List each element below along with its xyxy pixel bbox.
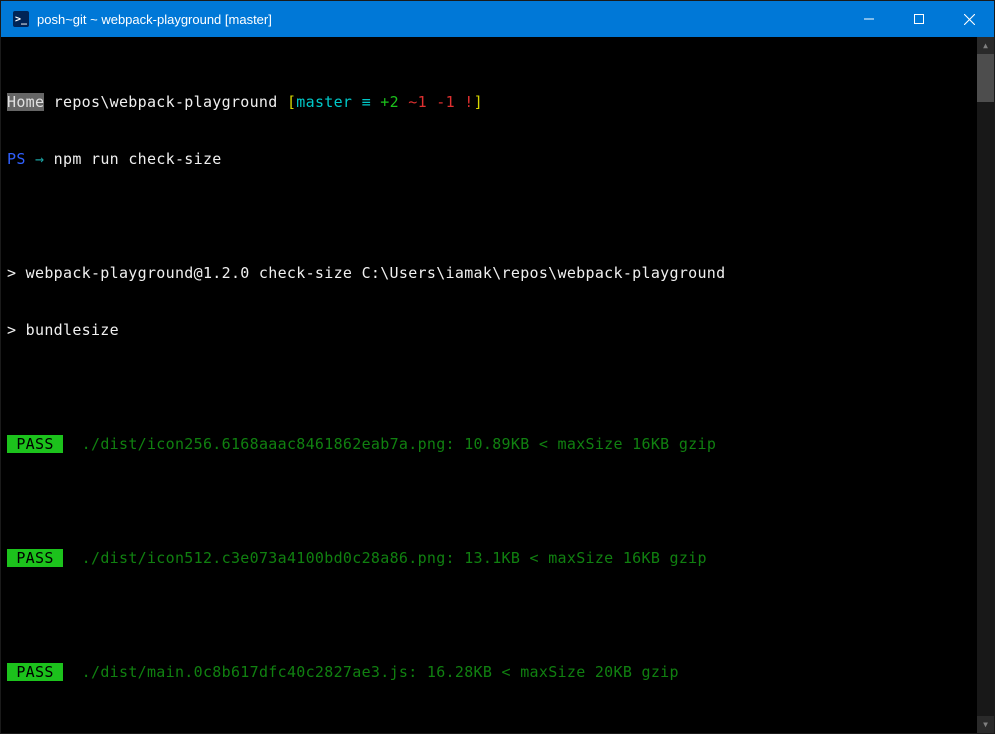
ps-arrow: → <box>26 150 45 168</box>
window-title: posh~git ~ webpack-playground [master] <box>37 12 844 27</box>
scroll-up-icon[interactable]: ▲ <box>977 37 994 54</box>
maximize-button[interactable] <box>894 1 944 37</box>
git-rbracket: ] <box>474 93 483 111</box>
scroll-thumb[interactable] <box>977 54 994 102</box>
scroll-down-icon[interactable]: ▼ <box>977 716 994 733</box>
command-text: npm run check-size <box>44 150 221 168</box>
git-bang: ! <box>455 93 474 111</box>
close-button[interactable] <box>944 1 994 37</box>
terminal-body[interactable]: Home repos\webpack-playground [master ≡ … <box>1 37 994 733</box>
git-equiv: ≡ <box>352 93 371 111</box>
terminal-window: >_ posh~git ~ webpack-playground [master… <box>0 0 995 734</box>
git-mod: ~1 <box>399 93 427 111</box>
result-2: ./dist/icon512.c3e073a4100bd0c28a86.png:… <box>63 549 707 567</box>
git-lbracket: [ <box>287 93 296 111</box>
git-ahead: +2 <box>371 93 399 111</box>
prompt-home: Home <box>7 93 44 111</box>
result-1: ./dist/icon256.6168aaac8461862eab7a.png:… <box>63 435 716 453</box>
scrollbar[interactable]: ▲ ▼ <box>977 37 994 733</box>
result-3: ./dist/main.0c8b617dfc40c2827ae3.js: 16.… <box>63 663 679 681</box>
pass-badge: PASS <box>7 663 63 681</box>
npm-run-line-1: > webpack-playground@1.2.0 check-size C:… <box>7 264 988 283</box>
pass-badge: PASS <box>7 435 63 453</box>
terminal-content: Home repos\webpack-playground [master ≡ … <box>7 55 988 733</box>
prompt-path: repos\webpack-playground <box>44 93 287 111</box>
titlebar[interactable]: >_ posh~git ~ webpack-playground [master… <box>1 1 994 37</box>
git-branch: master <box>296 93 352 111</box>
git-behind: -1 <box>427 93 455 111</box>
pass-badge: PASS <box>7 549 63 567</box>
npm-run-line-2: > bundlesize <box>7 321 988 340</box>
ps-label: PS <box>7 150 26 168</box>
powershell-icon: >_ <box>13 11 29 27</box>
minimize-button[interactable] <box>844 1 894 37</box>
window-controls <box>844 1 994 37</box>
